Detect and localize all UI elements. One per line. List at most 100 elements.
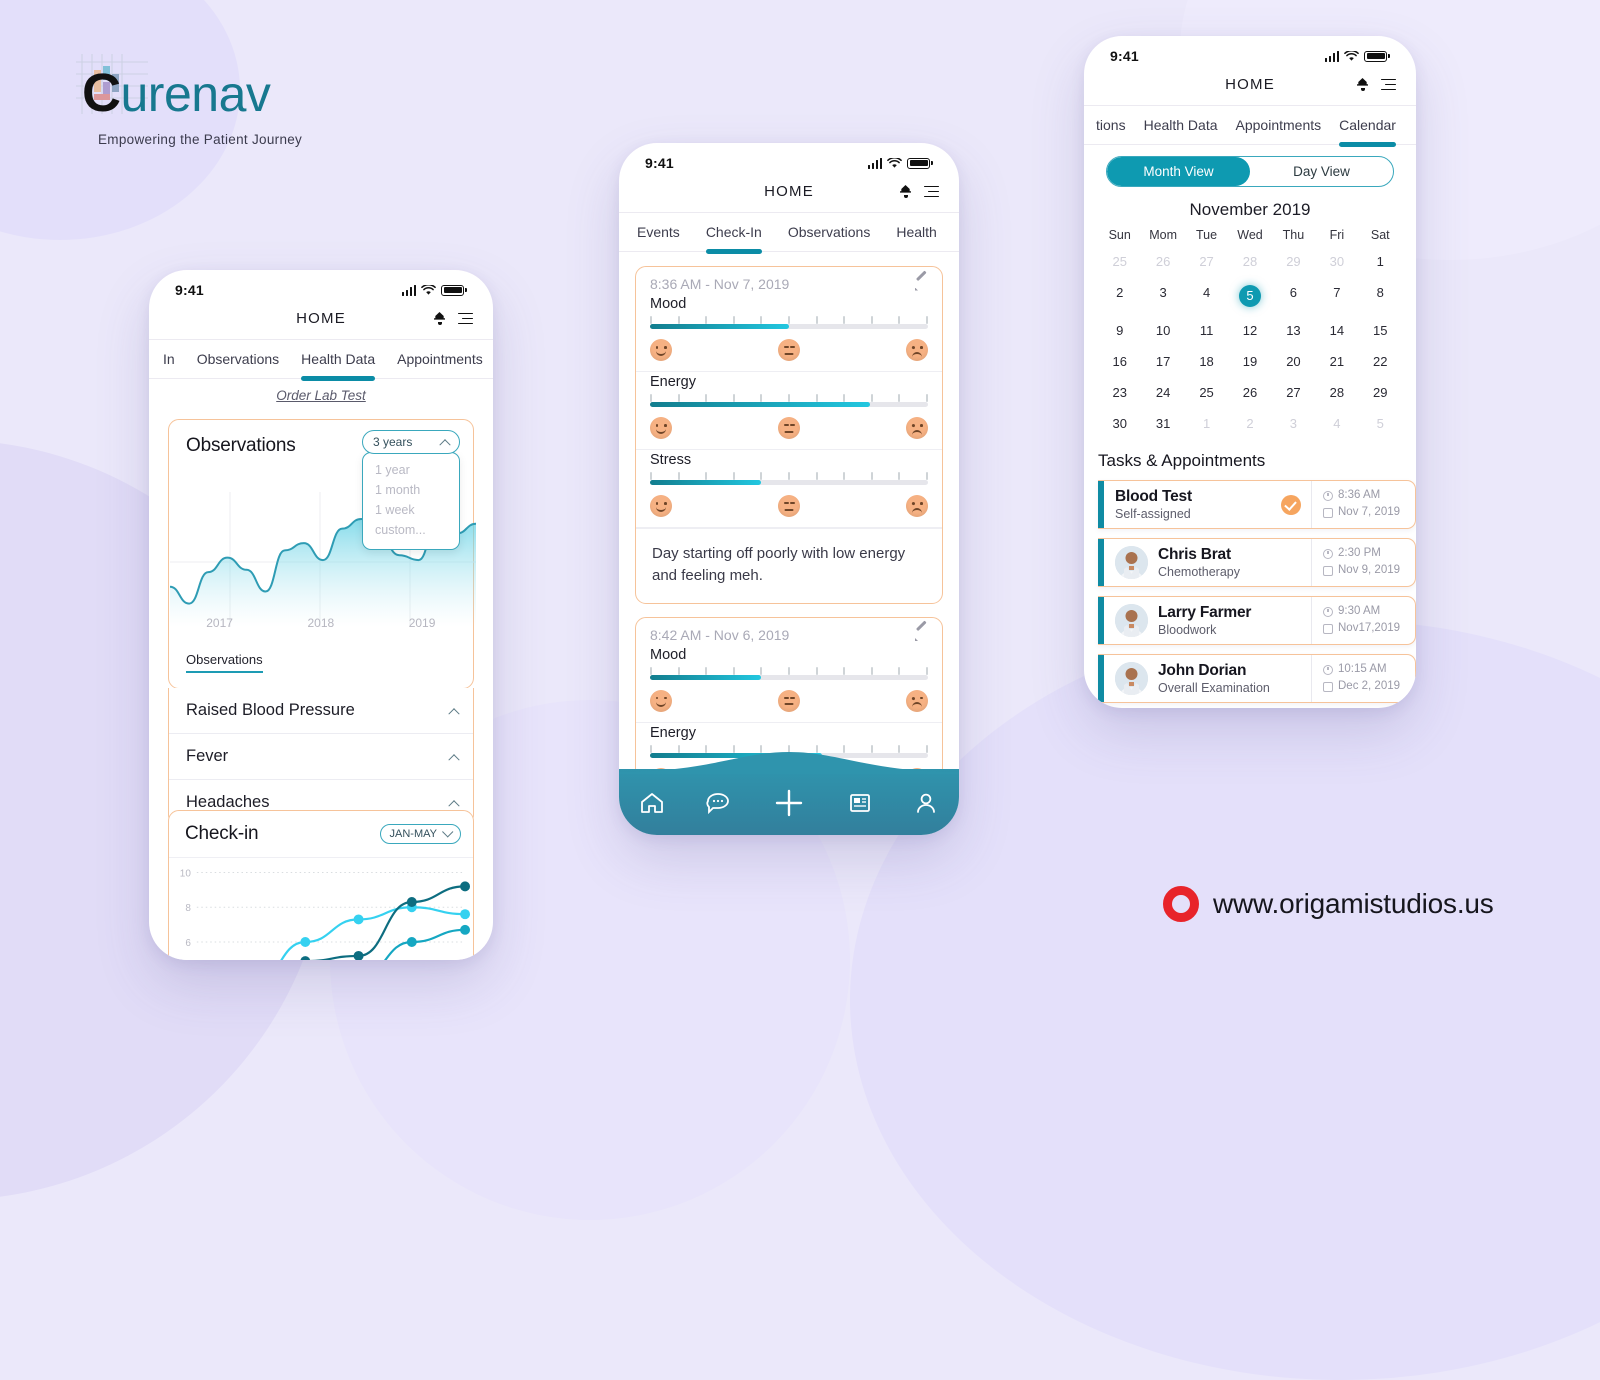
chevron-up-icon[interactable] [448,753,460,765]
calendar-day-26[interactable]: 26 [1141,250,1184,273]
observations-section-link[interactable]: Observations [186,652,263,673]
order-lab-test-link[interactable]: Order Lab Test [149,379,493,412]
calendar-day-6[interactable]: 6 [1272,281,1315,311]
calendar-day-25[interactable]: 25 [1185,381,1228,404]
tab-appointments[interactable]: Appointments [1236,106,1322,144]
chat-icon[interactable] [705,791,731,815]
calendar-day-24[interactable]: 24 [1141,381,1184,404]
sad-face-icon[interactable] [906,689,928,712]
option-1-year[interactable]: 1 year [363,460,459,480]
calendar-day-18[interactable]: 18 [1185,350,1228,373]
calendar-day-26[interactable]: 26 [1228,381,1271,404]
neutral-face-icon[interactable] [778,339,800,361]
calendar-day-3[interactable]: 3 [1141,281,1184,311]
calendar-day-29[interactable]: 29 [1359,381,1402,404]
edit-pencil-icon[interactable] [915,628,928,641]
sad-face-icon[interactable] [906,417,928,439]
calendar-day-4[interactable]: 4 [1185,281,1228,311]
day-view-button[interactable]: Day View [1250,157,1393,186]
checkin-range-dropdown[interactable]: JAN-MAY [379,824,461,844]
bell-icon[interactable] [900,185,911,198]
happy-face-icon[interactable] [650,417,672,439]
option-1-month[interactable]: 1 month [363,480,459,500]
view-mode-segmented-control[interactable]: Month View Day View [1106,156,1394,187]
filter-icon[interactable] [458,312,473,325]
bell-icon[interactable] [434,312,445,325]
tab-health-data[interactable]: Health Data [301,340,375,381]
chevron-up-icon[interactable] [448,707,460,719]
calendar-day-15[interactable]: 15 [1359,319,1402,342]
plus-icon[interactable] [771,785,807,821]
stress-slider[interactable] [650,472,928,488]
calendar-day-23[interactable]: 23 [1098,381,1141,404]
tab-events[interactable]: Events [637,213,680,251]
tab-health-data[interactable]: Health Data [1144,106,1218,144]
calendar-day-5[interactable]: 5 [1359,412,1402,435]
calendar-day-4[interactable]: 4 [1315,412,1358,435]
time-range-selected[interactable]: 3 years [362,430,460,454]
calendar-day-1[interactable]: 1 [1185,412,1228,435]
tab-check-in[interactable]: Check-In [705,213,762,254]
time-range-options[interactable]: 1 year 1 month 1 week custom... [362,452,460,550]
calendar-day-21[interactable]: 21 [1315,350,1358,373]
calendar-day-10[interactable]: 10 [1141,319,1184,342]
tab-observations[interactable]: Observations [197,340,279,378]
calendar-day-14[interactable]: 14 [1315,319,1358,342]
task-row[interactable]: John Dorian Overall Examination 10:15 AM De… [1098,654,1416,703]
calendar-day-5[interactable]: 5 [1228,281,1271,311]
calendar-day-29[interactable]: 29 [1272,250,1315,273]
filter-icon[interactable] [924,185,939,198]
calendar-day-27[interactable]: 27 [1185,250,1228,273]
calendar-day-9[interactable]: 9 [1098,319,1141,342]
option-custom[interactable]: custom... [363,520,459,540]
happy-face-icon[interactable] [650,339,672,361]
news-icon[interactable] [847,791,873,815]
home-icon[interactable] [639,791,665,815]
option-1-week[interactable]: 1 week [363,500,459,520]
sad-face-icon[interactable] [906,339,928,361]
observation-row-fever[interactable]: Fever [169,733,473,779]
calendar-day-11[interactable]: 11 [1185,319,1228,342]
observation-row-raised-blood-pressure[interactable]: Raised Blood Pressure [169,688,473,733]
task-completed-check-icon[interactable] [1281,494,1301,515]
calendar-day-30[interactable]: 30 [1098,412,1141,435]
bell-icon[interactable] [1357,78,1368,91]
profile-icon[interactable] [913,791,939,815]
calendar-day-2[interactable]: 2 [1098,281,1141,311]
mood-slider[interactable] [650,316,928,332]
neutral-face-icon[interactable] [778,689,800,712]
calendar-day-27[interactable]: 27 [1272,381,1315,404]
edit-pencil-icon[interactable] [915,278,928,291]
tab-observations-truncated[interactable]: tions [1096,106,1126,144]
calendar-day-8[interactable]: 8 [1359,281,1402,311]
tab-observations[interactable]: Observations [788,213,870,251]
calendar-day-22[interactable]: 22 [1359,350,1402,373]
calendar-day-2[interactable]: 2 [1228,412,1271,435]
tab-calendar[interactable]: Calendar [1339,106,1396,147]
month-view-button[interactable]: Month View [1107,157,1250,186]
time-range-dropdown[interactable]: 3 years 1 year 1 month 1 week custom... [362,430,460,550]
filter-icon[interactable] [1381,78,1396,91]
sad-face-icon[interactable] [906,495,928,517]
mood-slider[interactable] [650,666,928,683]
calendar-day-25[interactable]: 25 [1098,250,1141,273]
calendar-day-13[interactable]: 13 [1272,319,1315,342]
happy-face-icon[interactable] [650,495,672,517]
footer-website-link[interactable]: www.origamistudios.us [1163,886,1494,922]
tab-health[interactable]: Health [896,213,936,251]
calendar-day-3[interactable]: 3 [1272,412,1315,435]
calendar-day-19[interactable]: 19 [1228,350,1271,373]
tab-appointments[interactable]: Appointments [397,340,483,378]
task-row[interactable]: Chris Brat Chemotherapy 2:30 PM Nov 9, 2019 [1098,538,1416,587]
calendar-day-31[interactable]: 31 [1141,412,1184,435]
task-row[interactable]: Larry Farmer Bloodwork 9:30 AM Nov17,2019 [1098,596,1416,645]
calendar-day-28[interactable]: 28 [1315,381,1358,404]
happy-face-icon[interactable] [650,689,672,712]
tab-in[interactable]: In [163,340,175,378]
calendar-day-7[interactable]: 7 [1315,281,1358,311]
calendar-day-12[interactable]: 12 [1228,319,1271,342]
calendar-day-30[interactable]: 30 [1315,250,1358,273]
energy-slider[interactable] [650,394,928,410]
calendar-day-20[interactable]: 20 [1272,350,1315,373]
calendar-day-17[interactable]: 17 [1141,350,1184,373]
